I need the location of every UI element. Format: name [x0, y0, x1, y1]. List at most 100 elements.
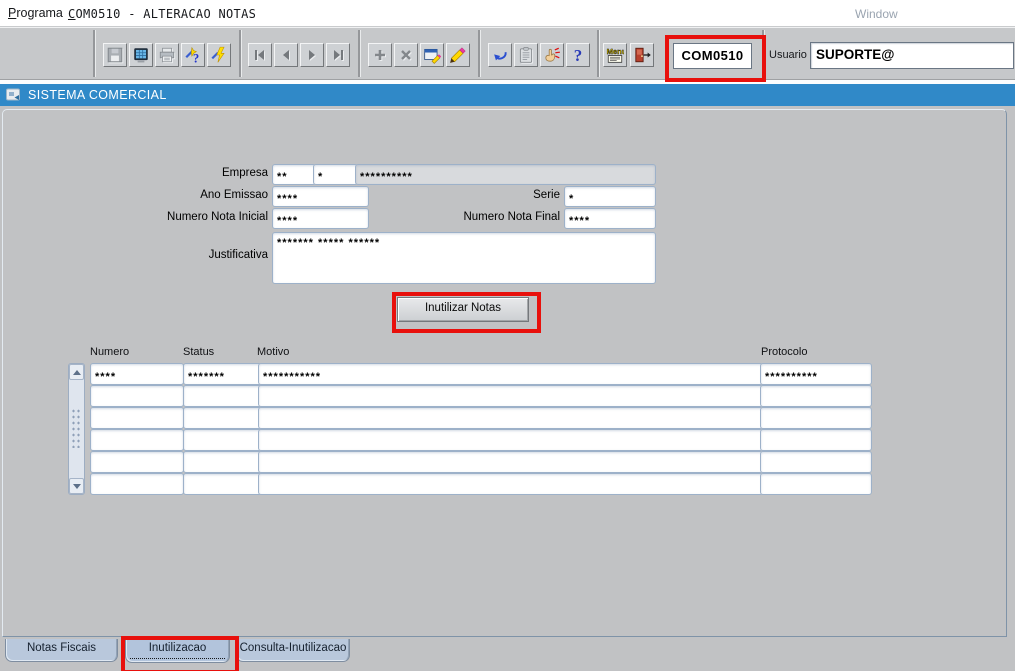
window-title: SISTEMA COMERCIAL [28, 88, 167, 102]
cell-protocolo[interactable] [760, 407, 872, 429]
delete-record-icon [398, 47, 414, 63]
cell-status[interactable] [183, 385, 262, 407]
last-record-button[interactable] [326, 43, 350, 67]
cell-protocolo[interactable]: ********** [760, 363, 872, 385]
empresa-sub-field[interactable]: * [313, 164, 358, 185]
edit-icon [423, 46, 441, 64]
cell-motivo[interactable]: *********** [258, 363, 763, 385]
cell-motivo[interactable] [258, 385, 763, 407]
commit-icon [543, 46, 561, 64]
nota-final-label: Numero Nota Final [445, 208, 560, 227]
menu-program-title[interactable]: COM0510 - ALTERACAO NOTAS [68, 7, 256, 21]
tab-inutilizacao[interactable]: Inutilizacao [125, 639, 230, 663]
column-header-protocolo: Protocolo [761, 346, 807, 358]
cell-numero[interactable] [90, 451, 184, 473]
usuario-label: Usuario [769, 49, 807, 61]
cell-status[interactable]: ******* [183, 363, 262, 385]
serie-label: Serie [450, 186, 560, 205]
toolbar-separator [239, 30, 241, 77]
cell-protocolo[interactable] [760, 473, 872, 495]
column-header-status: Status [183, 346, 214, 358]
tab-notas-fiscais[interactable]: Notas Fiscais [5, 639, 118, 662]
justificativa-field[interactable]: ******* ***** ****** [272, 232, 656, 284]
table-scrollbar[interactable] [68, 363, 85, 495]
cell-protocolo[interactable] [760, 429, 872, 451]
ano-emissao-label: Ano Emissao [128, 186, 268, 205]
exit-button[interactable] [630, 43, 654, 67]
help-icon: ? [574, 47, 583, 64]
cell-status[interactable] [183, 407, 262, 429]
cell-motivo[interactable] [258, 451, 763, 473]
clipboard-button[interactable] [514, 43, 538, 67]
cell-protocolo[interactable] [760, 451, 872, 473]
form-window-icon [6, 88, 22, 102]
first-record-button[interactable] [248, 43, 272, 67]
undo-icon [491, 46, 509, 64]
empresa-name-field: ********** [355, 164, 656, 185]
toolbar-separator [762, 30, 764, 77]
menu-window[interactable]: Window [855, 7, 898, 21]
empresa-code-field[interactable]: ** [272, 164, 316, 185]
exit-icon [633, 46, 651, 64]
toolbar-separator [93, 30, 95, 77]
application-window: Programa COM0510 - ALTERACAO NOTAS Windo… [0, 0, 1015, 671]
menu-button[interactable]: Menu [603, 43, 627, 67]
menu-programa[interactable]: Programa [8, 6, 63, 20]
menu-bar: Programa COM0510 - ALTERACAO NOTAS Windo… [0, 0, 1015, 27]
delete-record-button[interactable] [394, 43, 418, 67]
empresa-label: Empresa [128, 164, 268, 183]
clear-record-button[interactable] [446, 43, 470, 67]
inutilizar-notas-button[interactable]: Inutilizar Notas [397, 297, 529, 322]
cell-numero[interactable] [90, 407, 184, 429]
tab-consulta-inutilizacao[interactable]: Consulta-Inutilizacao [236, 639, 350, 662]
usuario-field[interactable]: SUPORTE@ [810, 42, 1014, 69]
previous-record-button[interactable] [274, 43, 298, 67]
cell-numero[interactable] [90, 429, 184, 451]
nota-final-field[interactable]: **** [564, 208, 656, 229]
save-button[interactable] [103, 43, 127, 67]
execute-query-button[interactable] [207, 43, 231, 67]
undo-button[interactable] [488, 43, 512, 67]
cell-status[interactable] [183, 451, 262, 473]
cell-numero[interactable] [90, 473, 184, 495]
clear-record-icon [449, 46, 467, 64]
scroll-down-icon [73, 484, 81, 489]
insert-record-button[interactable] [368, 43, 392, 67]
screen-button[interactable] [129, 43, 153, 67]
cell-motivo[interactable] [258, 473, 763, 495]
scroll-down-button[interactable] [69, 478, 84, 494]
clipboard-icon [517, 46, 535, 64]
insert-record-icon [372, 47, 388, 63]
tab-inutilizacao-label: Inutilizacao [149, 642, 207, 654]
nota-inicial-field[interactable]: **** [272, 208, 369, 229]
scroll-up-button[interactable] [69, 364, 84, 380]
ano-emissao-field[interactable]: **** [272, 186, 369, 207]
print-button[interactable] [155, 43, 179, 67]
cell-numero[interactable] [90, 385, 184, 407]
program-code-field[interactable]: COM0510 [673, 43, 752, 69]
menu-icon: Menu [606, 46, 624, 64]
cell-status[interactable] [183, 429, 262, 451]
serie-field[interactable]: * [564, 186, 656, 207]
cell-numero[interactable]: **** [90, 363, 184, 385]
cell-motivo[interactable] [258, 429, 763, 451]
screen-icon [132, 46, 150, 64]
save-icon [106, 46, 124, 64]
cell-protocolo[interactable] [760, 385, 872, 407]
help-button[interactable]: ? [566, 43, 590, 67]
execute-query-icon [210, 46, 228, 64]
window-title-bar: SISTEMA COMERCIAL [0, 84, 1015, 106]
nota-inicial-label: Numero Nota Inicial [128, 208, 268, 227]
column-header-motivo: Motivo [257, 346, 289, 358]
cell-motivo[interactable] [258, 407, 763, 429]
toolbar-separator [597, 30, 599, 77]
print-icon [158, 46, 176, 64]
enter-query-icon: ? [184, 46, 202, 64]
enter-query-button[interactable]: ? [181, 43, 205, 67]
edit-button[interactable] [420, 43, 444, 67]
commit-button[interactable] [540, 43, 564, 67]
svg-text:?: ? [193, 51, 199, 64]
scrollbar-track[interactable] [71, 408, 80, 448]
cell-status[interactable] [183, 473, 262, 495]
next-record-button[interactable] [300, 43, 324, 67]
